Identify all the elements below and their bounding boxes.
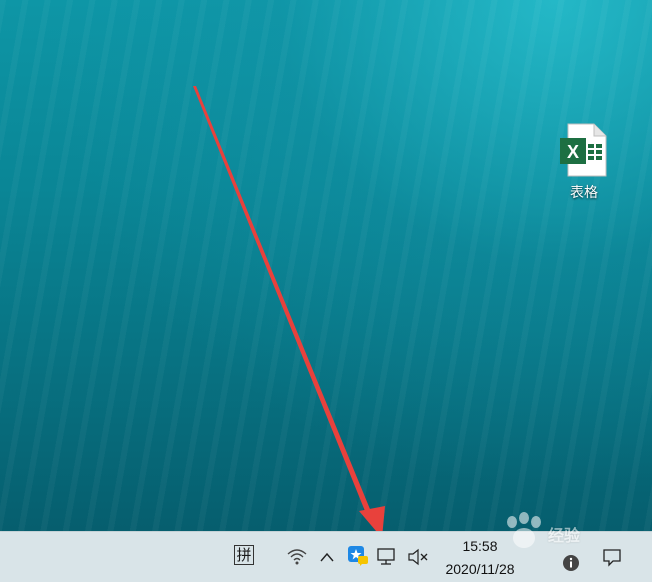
notification-icon[interactable]: [600, 545, 624, 569]
network-icon[interactable]: [376, 546, 398, 568]
desktop-icon-excel[interactable]: X 表格: [548, 122, 620, 212]
ime-label: 拼: [234, 545, 254, 565]
clock-time: 15:58: [462, 538, 498, 554]
excel-badge: X: [567, 142, 579, 162]
wallpaper-rays: [0, 0, 652, 531]
taskbar: 拼 15:58 2020/11/28: [0, 531, 652, 582]
chevron-up-icon[interactable]: [316, 546, 338, 568]
system-clock[interactable]: 15:58 2020/11/28: [432, 536, 528, 580]
wifi-icon[interactable]: [286, 546, 308, 568]
info-icon[interactable]: [562, 554, 580, 572]
desktop[interactable]: X 表格: [0, 0, 652, 531]
clock-date: 2020/11/28: [445, 561, 515, 577]
volume-muted-icon[interactable]: [406, 546, 430, 568]
ime-indicator[interactable]: 拼: [233, 544, 255, 566]
app-tray-icon[interactable]: [346, 544, 370, 568]
excel-file-icon: X: [560, 123, 607, 177]
desktop-icon-label: 表格: [570, 185, 598, 201]
